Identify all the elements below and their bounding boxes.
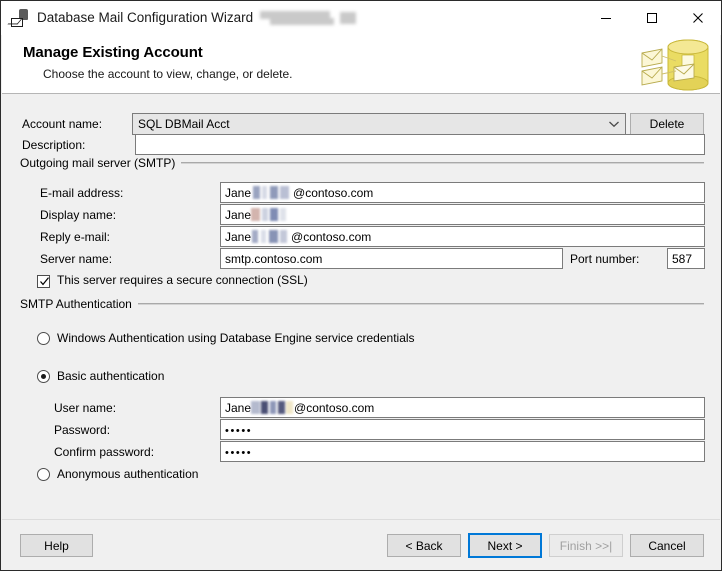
database-mail-icon [11,9,29,27]
password-label: Password: [54,423,110,437]
radio-windows-auth[interactable] [37,332,50,345]
maximize-button[interactable] [629,1,675,35]
title-redacted-block [260,10,358,26]
delete-button[interactable]: Delete [630,113,704,135]
ssl-label: This server requires a secure connection… [57,273,308,287]
user-name-suffix: @contoso.com [294,401,374,415]
next-button[interactable]: Next > [468,533,542,558]
port-number-label: Port number: [570,252,639,266]
radio-windows-auth-label: Windows Authentication using Database En… [57,331,415,345]
check-icon [39,276,50,287]
email-address-label: E-mail address: [40,186,123,200]
email-address-suffix: @contoso.com [293,186,373,200]
smtp-group-legend: Outgoing mail server (SMTP) [20,156,181,170]
auth-group-legend: SMTP Authentication [20,297,138,311]
radio-anonymous-auth-label: Anonymous authentication [57,467,198,481]
page-title: Manage Existing Account [23,44,203,61]
finish-button: Finish >>| [549,534,623,557]
window-controls [583,1,721,35]
email-address-redaction [251,186,293,199]
user-name-input[interactable]: Jane @contoso.com [220,397,705,418]
reply-email-prefix: Jane [225,230,251,244]
ssl-checkbox[interactable] [37,275,50,288]
display-name-label: Display name: [40,208,116,222]
database-mail-banner-icon [636,37,712,93]
minimize-button[interactable] [583,1,629,35]
user-name-redaction [251,401,294,414]
radio-basic-auth[interactable] [37,370,50,383]
radio-basic-auth-label: Basic authentication [57,369,164,383]
email-address-input[interactable]: Jane @contoso.com [220,182,705,203]
window-title: Database Mail Configuration Wizard [37,10,358,26]
reply-email-label: Reply e-mail: [40,230,110,244]
chevron-down-icon[interactable] [603,120,625,128]
close-button[interactable] [675,1,721,35]
user-name-label: User name: [54,401,116,415]
help-button[interactable]: Help [20,534,93,557]
description-input[interactable] [135,134,705,155]
reply-email-suffix: @contoso.com [291,230,371,244]
page-subtitle: Choose the account to view, change, or d… [43,67,293,81]
email-address-prefix: Jane [225,186,251,200]
account-name-label: Account name: [22,117,102,131]
display-name-redaction [251,208,289,221]
reply-email-input[interactable]: Jane @contoso.com [220,226,705,247]
password-input[interactable]: ••••• [220,419,705,440]
confirm-password-input[interactable]: ••••• [220,441,705,462]
dialog-window: Database Mail Configuration Wizard Manag… [0,0,722,571]
back-button[interactable]: < Back [387,534,461,557]
page-content: Account name: SQL DBMail Acct Delete Des… [2,94,720,519]
smtp-group-divider [178,162,704,164]
display-name-prefix: Jane [225,208,251,222]
display-name-input[interactable]: Jane [220,204,705,225]
cancel-button[interactable]: Cancel [630,534,704,557]
server-name-label: Server name: [40,252,112,266]
account-name-value: SQL DBMail Acct [133,117,603,131]
user-name-prefix: Jane [225,401,251,415]
radio-anonymous-auth[interactable] [37,468,50,481]
title-bar: Database Mail Configuration Wizard [1,1,721,35]
description-label: Description: [22,138,85,152]
server-name-input[interactable]: smtp.contoso.com [220,248,563,269]
dialog-footer: Help < Back Next > Finish >>| Cancel [2,519,720,571]
reply-email-redaction [251,230,291,243]
page-banner: Manage Existing Account Choose the accou… [2,35,720,94]
auth-group-divider [138,303,704,305]
confirm-password-label: Confirm password: [54,445,154,459]
account-name-combobox[interactable]: SQL DBMail Acct [132,113,626,135]
port-number-input[interactable]: 587 [667,248,705,269]
